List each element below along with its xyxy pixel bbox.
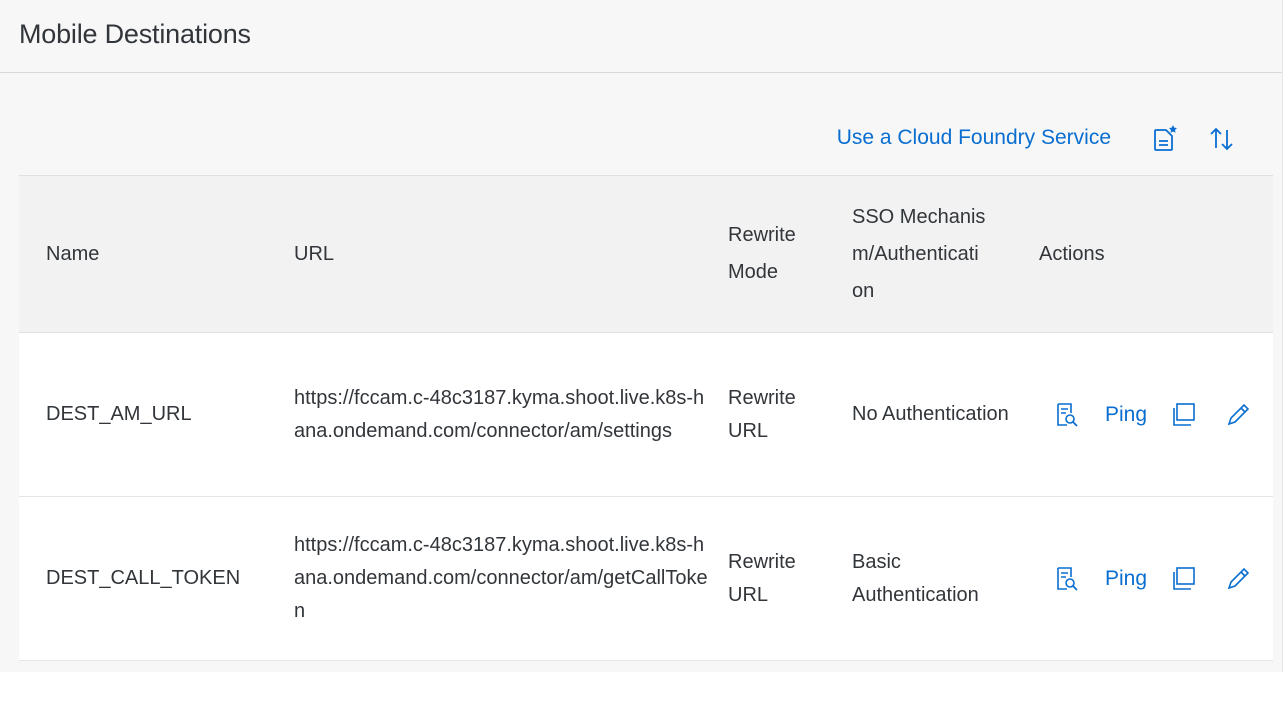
column-header-name: Name — [46, 242, 100, 265]
sort-icon[interactable] — [1205, 122, 1239, 156]
mobile-destinations-panel: Mobile Destinations Use a Cloud Foundry … — [0, 0, 1283, 672]
table-toolbar: Use a Cloud Foundry Service — [19, 108, 1273, 168]
use-cloud-foundry-service-link[interactable]: Use a Cloud Foundry Service — [837, 126, 1111, 150]
column-header-sso: SSO Mechanism/Authentication — [852, 176, 987, 332]
page: Mobile Destinations Use a Cloud Foundry … — [0, 0, 1285, 702]
panel-title: Mobile Destinations — [19, 19, 251, 49]
table-row[interactable]: DEST_AM_URL https://fccam.c-48c3187.kyma… — [19, 333, 1273, 497]
row-url-text: https://fccam.c-48c3187.kyma.shoot.live.… — [294, 386, 705, 442]
table-row[interactable]: DEST_CALL_TOKEN https://fccam.c-48c3187.… — [19, 497, 1273, 661]
column-header-url: URL — [294, 242, 335, 265]
column-header-rewrite-mode: Rewrite Mode — [728, 176, 818, 332]
copy-icon[interactable] — [1169, 400, 1199, 430]
copy-icon[interactable] — [1169, 564, 1199, 594]
row-url: https://fccam.c-48c3187.kyma.shoot.live.… — [294, 333, 714, 496]
view-details-icon[interactable] — [1051, 400, 1081, 430]
row-rewrite-mode: Rewrite URL — [728, 497, 818, 660]
row-sso: No Authentication — [852, 333, 1012, 496]
table-header-row: Name URL Rewrite Mode SSO Mechanism/Auth… — [19, 175, 1273, 333]
destinations-table: Name URL Rewrite Mode SSO Mechanism/Auth… — [19, 175, 1273, 661]
row-url: https://fccam.c-48c3187.kyma.shoot.live.… — [294, 497, 714, 660]
edit-icon[interactable] — [1223, 400, 1253, 430]
row-url-text: https://fccam.c-48c3187.kyma.shoot.live.… — [294, 534, 708, 622]
row-sso-text: No Authentication — [852, 403, 1009, 425]
row-actions: Ping — [1039, 497, 1273, 660]
edit-icon[interactable] — [1223, 564, 1253, 594]
row-name: DEST_AM_URL — [46, 403, 192, 425]
row-name: DEST_CALL_TOKEN — [46, 567, 241, 589]
create-document-icon[interactable] — [1147, 122, 1181, 156]
ping-button[interactable]: Ping — [1105, 562, 1147, 595]
column-header-sso-label: SSO Mechanism/Authentication — [852, 205, 986, 302]
row-sso-text: Basic Authentication — [852, 550, 979, 606]
row-rewrite-mode: Rewrite URL — [728, 333, 818, 496]
panel-header: Mobile Destinations — [0, 0, 1282, 73]
row-actions: Ping — [1039, 333, 1273, 496]
view-details-icon[interactable] — [1051, 564, 1081, 594]
ping-button[interactable]: Ping — [1105, 398, 1147, 431]
column-header-actions: Actions — [1039, 242, 1105, 265]
row-sso: Basic Authentication — [852, 497, 1012, 660]
row-rewrite-mode-text: Rewrite URL — [728, 550, 796, 606]
row-rewrite-mode-text: Rewrite URL — [728, 386, 796, 442]
column-header-rewrite-mode-label: Rewrite Mode — [728, 224, 796, 283]
